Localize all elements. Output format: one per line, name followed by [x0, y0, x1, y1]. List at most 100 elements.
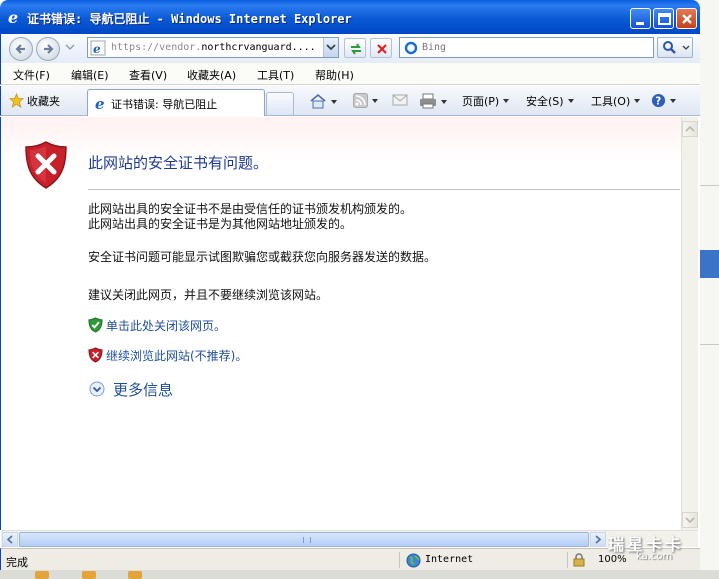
chevron-down-icon — [685, 517, 695, 524]
new-tab-button[interactable] — [266, 92, 294, 115]
favorites-button[interactable]: 收藏夹 — [8, 92, 60, 109]
svg-text:e: e — [8, 9, 18, 25]
horizontal-scrollbar[interactable] — [1, 530, 698, 547]
menu-tools[interactable]: 工具(T) — [257, 67, 294, 83]
continue-link-text: 继续浏览此网站(不推荐)。 — [106, 349, 248, 363]
back-button[interactable] — [9, 37, 33, 61]
feeds-button[interactable] — [353, 93, 378, 108]
security-lock-icon — [573, 553, 585, 567]
search-field[interactable] — [399, 37, 654, 58]
search-icon — [663, 41, 690, 54]
watermark-url: ka.com — [636, 551, 673, 562]
page-title: 此网站的安全证书有问题。 — [88, 154, 269, 172]
description-paragraph: 此网站出具的安全证书不是由受信任的证书颁发机构颁发的。 此网站出具的安全证书是为… — [88, 202, 412, 232]
history-dropdown-icon[interactable] — [65, 43, 75, 51]
shield-error-small-icon — [88, 347, 103, 363]
rss-icon — [353, 93, 368, 108]
expand-icon — [89, 381, 105, 397]
minimize-button[interactable] — [630, 8, 651, 29]
url-prefix: https://vendor. — [111, 42, 202, 53]
minimize-icon — [636, 22, 644, 25]
refresh-button[interactable] — [344, 38, 366, 58]
chevron-left-icon — [6, 535, 13, 544]
status-text: 完成 — [6, 556, 28, 569]
url-host: northcrvanguard.... — [201, 42, 316, 53]
safety-menu[interactable]: 安全(S) — [526, 93, 574, 109]
tab-certificate-error[interactable]: e 证书错误: 导航已阻止 — [87, 89, 265, 116]
menu-file[interactable]: 文件(F) — [13, 67, 50, 83]
search-input[interactable] — [422, 40, 647, 55]
stop-icon — [377, 44, 387, 54]
svg-text:e: e — [95, 95, 105, 111]
window-title: 证书错误: 导航已阻止 - Windows Internet Explorer — [27, 12, 352, 26]
page-content: 此网站的安全证书有问题。 此网站出具的安全证书不是由受信任的证书颁发机构颁发的。… — [0, 117, 681, 530]
maximize-icon — [658, 13, 671, 25]
address-dropdown[interactable] — [323, 38, 338, 57]
tools-menu-label: 工具(O) — [591, 95, 631, 108]
close-icon — [682, 14, 692, 24]
scroll-up-button[interactable] — [682, 121, 698, 137]
warning-paragraph: 安全证书问题可能显示试图欺骗您或截获您向服务器发送的数据。 — [88, 250, 437, 264]
print-button[interactable] — [419, 93, 447, 109]
maximize-button[interactable] — [653, 8, 674, 29]
status-bar: 完成 Internet 100% — [0, 548, 700, 570]
horizontal-scroll-thumb[interactable] — [19, 532, 589, 547]
read-mail-button[interactable] — [392, 93, 408, 107]
recommendation-paragraph: 建议关闭此网页，并且不要继续浏览该网站。 — [88, 288, 329, 302]
chevron-down-icon — [326, 44, 336, 51]
favorites-label: 收藏夹 — [27, 95, 60, 108]
back-icon — [15, 44, 25, 54]
forward-icon — [44, 44, 54, 54]
ie-icon: e — [8, 9, 18, 25]
divider — [88, 189, 680, 190]
tab-toolbar: 收藏夹 e 证书错误: 导航已阻止 页面(P) 安全(S) 工具(O) ? — [0, 86, 700, 116]
scroll-down-button[interactable] — [682, 512, 698, 528]
home-icon — [310, 93, 326, 109]
star-icon — [8, 92, 25, 108]
page-menu-label: 页面(P) — [462, 95, 500, 108]
svg-text:?: ? — [655, 96, 661, 108]
print-icon — [420, 93, 436, 109]
menu-bar: 文件(F) 编辑(E) 查看(V) 收藏夹(A) 工具(T) 帮助(H) — [0, 63, 700, 85]
close-page-link-text: 单击此处关闭该网页。 — [106, 319, 227, 333]
ie-icon: e — [95, 95, 105, 111]
scroll-left-button[interactable] — [2, 532, 18, 547]
description-line-2: 此网站出具的安全证书是为其他网站地址颁发的。 — [88, 217, 353, 231]
stop-button[interactable] — [370, 38, 392, 58]
menu-favorites[interactable]: 收藏夹(A) — [187, 67, 236, 83]
refresh-icon — [351, 43, 361, 55]
menu-edit[interactable]: 编辑(E) — [71, 67, 109, 83]
help-button[interactable]: ? — [651, 93, 676, 108]
address-toolbar: e https://vendor.northcrvanguard.... — [0, 34, 700, 63]
menu-help[interactable]: 帮助(H) — [315, 67, 354, 83]
svg-text:e: e — [93, 42, 101, 56]
close-page-link[interactable]: 单击此处关闭该网页。 — [88, 317, 226, 334]
vertical-scrollbar[interactable] — [681, 117, 698, 530]
continue-to-site-link[interactable]: 继续浏览此网站(不推荐)。 — [88, 347, 247, 364]
menu-view[interactable]: 查看(V) — [129, 67, 167, 83]
page-menu[interactable]: 页面(P) — [462, 93, 510, 109]
home-button[interactable] — [309, 93, 337, 109]
search-button[interactable] — [657, 37, 693, 58]
more-information-toggle[interactable]: 更多信息 — [89, 379, 173, 400]
forward-button[interactable] — [36, 37, 60, 61]
more-information-label: 更多信息 — [113, 381, 174, 399]
safety-menu-label: 安全(S) — [526, 95, 564, 108]
zone-label: Internet — [425, 554, 474, 565]
background-window-strip — [700, 0, 719, 579]
description-line-1: 此网站出具的安全证书不是由受信任的证书颁发机构颁发的。 — [88, 202, 413, 216]
mail-icon — [392, 94, 408, 106]
shield-error-icon — [25, 141, 67, 189]
security-zone[interactable]: Internet — [399, 552, 564, 568]
close-window-button[interactable] — [676, 8, 697, 29]
watermark-logo: 瑞星卡卡 ka.com — [596, 527, 706, 575]
globe-icon — [406, 553, 421, 568]
chevron-up-icon — [685, 125, 695, 132]
title-bar[interactable]: e 证书错误: 导航已阻止 - Windows Internet Explore… — [0, 0, 700, 34]
ie-page-icon: e — [90, 40, 106, 56]
shield-ok-icon — [88, 317, 103, 333]
tools-menu[interactable]: 工具(O) — [591, 93, 641, 109]
bing-icon — [404, 41, 418, 55]
tab-label: 证书错误: 导航已阻止 — [111, 98, 218, 111]
address-field[interactable]: e https://vendor.northcrvanguard.... — [87, 37, 339, 58]
